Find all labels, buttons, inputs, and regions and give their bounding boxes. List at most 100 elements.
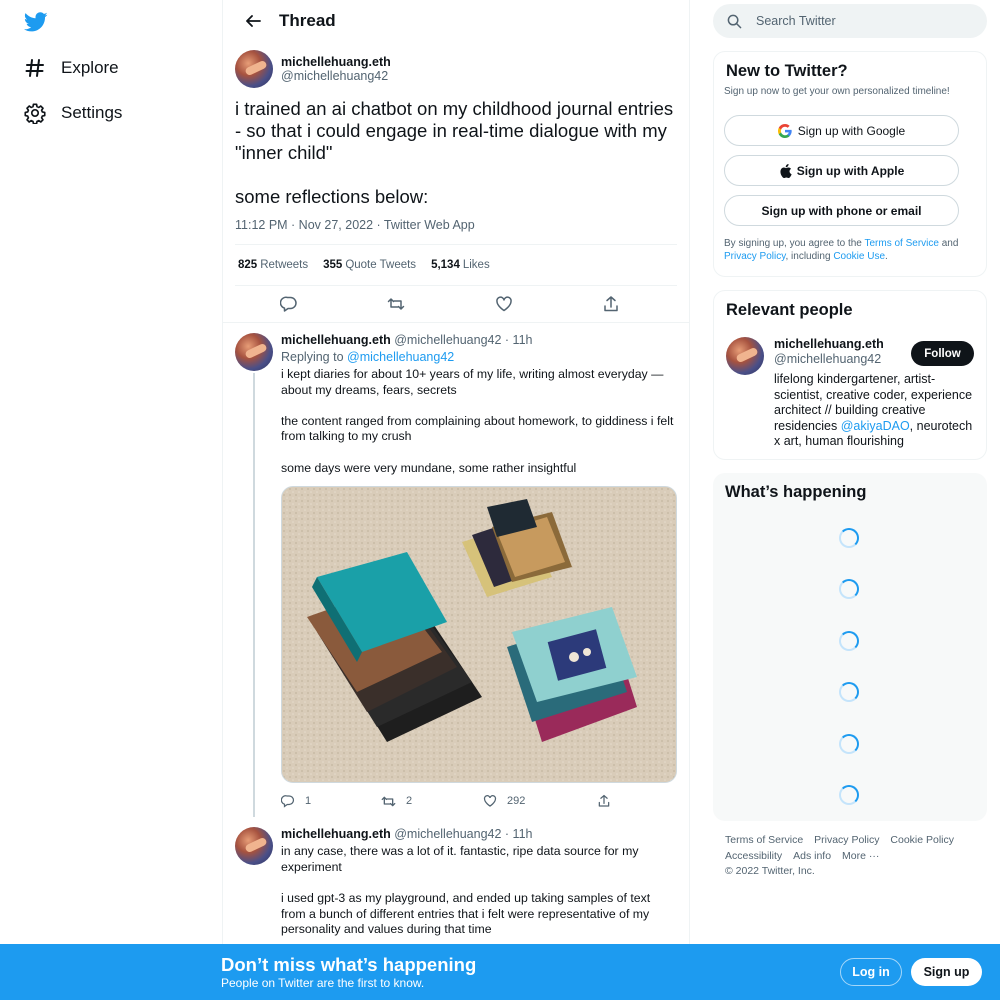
thread-line xyxy=(253,373,255,818)
like-count: 292 xyxy=(507,795,526,808)
bio-link[interactable]: @akiyaDAO xyxy=(841,419,910,433)
reply-actions: 1 2 292 xyxy=(281,791,677,811)
card-title: New to Twitter? xyxy=(726,62,848,80)
like-icon[interactable] xyxy=(495,295,513,313)
privacy-link[interactable]: Privacy Policy xyxy=(724,251,786,262)
terms-and: and xyxy=(941,238,959,249)
left-nav: Explore Settings xyxy=(0,0,222,1000)
share-action[interactable] xyxy=(597,794,611,808)
share-icon xyxy=(598,795,610,807)
card-title: What’s happening xyxy=(725,483,867,501)
likes-stat[interactable]: 5,134 Likes xyxy=(431,259,490,271)
reply-icon xyxy=(281,795,295,808)
reply-text: i kept diaries for about 10+ years of my… xyxy=(281,367,674,475)
retweets-stat[interactable]: 825 Retweets xyxy=(238,259,308,271)
replying-to: Replying to @michellehuang42 xyxy=(281,350,677,364)
retweet-count: 2 xyxy=(406,795,413,808)
reply-tweet[interactable]: michellehuang.eth @michellehuang42 · 11h… xyxy=(223,323,689,818)
gear-icon xyxy=(24,102,46,124)
retweet-icon xyxy=(381,796,396,806)
search-bar[interactable] xyxy=(713,4,987,38)
avatar[interactable] xyxy=(235,333,273,371)
signup-terms: By signing up, you agree to the Terms of… xyxy=(724,237,979,263)
login-button[interactable]: Log in xyxy=(840,958,902,986)
tweet-photo[interactable] xyxy=(281,486,677,784)
back-button[interactable] xyxy=(235,3,271,39)
whats-happening-card: What’s happening xyxy=(713,473,987,821)
footer-link[interactable]: More ··· xyxy=(842,849,879,865)
author-name[interactable]: michellehuang.eth xyxy=(281,827,391,841)
replying-prefix: Replying to xyxy=(281,350,344,364)
thread-header: Thread xyxy=(223,0,689,42)
nav-explore[interactable]: Explore xyxy=(24,57,119,79)
tweet-timestamp[interactable]: 11:12 PM · Nov 27, 2022 · Twitter Web Ap… xyxy=(235,218,677,245)
terms-prefix: By signing up, you agree to the xyxy=(724,238,862,249)
tweet-actions xyxy=(235,286,677,322)
share-icon[interactable] xyxy=(602,295,620,313)
search-input[interactable] xyxy=(756,14,956,28)
likes-count: 5,134 xyxy=(431,259,460,271)
author-handle-time[interactable]: @michellehuang42 · 11h xyxy=(394,827,532,841)
loading-spinner-icon xyxy=(839,734,859,754)
tweet-text: i trained an ai chatbot on my childhood … xyxy=(235,98,674,207)
signup-google-button[interactable]: Sign up with Google xyxy=(724,115,959,146)
loading-spinner-icon xyxy=(839,528,859,548)
retweet-icon[interactable] xyxy=(387,295,405,313)
cookie-link[interactable]: Cookie Use xyxy=(833,251,885,262)
author-handle-time[interactable]: @michellehuang42 · 11h xyxy=(394,333,532,347)
person-bio: lifelong kindergartener, artist-scientis… xyxy=(774,372,974,450)
hashtag-icon xyxy=(24,57,46,79)
nav-explore-label: Explore xyxy=(61,58,119,77)
avatar[interactable] xyxy=(235,827,273,866)
footer-link[interactable]: Accessibility xyxy=(725,849,782,865)
retweets-count: 825 xyxy=(238,259,258,271)
footer-links: Terms of Service Privacy Policy Cookie P… xyxy=(725,833,985,880)
journals-photo-image xyxy=(282,487,676,783)
terms-end: . xyxy=(885,251,888,262)
like-action[interactable]: 292 xyxy=(483,794,597,808)
replying-to-link[interactable]: @michellehuang42 xyxy=(347,350,454,364)
signup-apple-label: Sign up with Apple xyxy=(796,163,905,178)
tweet-author[interactable]: michellehuang.eth @michellehuang42 xyxy=(235,50,677,88)
author-handle[interactable]: @michellehuang42 xyxy=(281,69,391,83)
loading-spinner-icon xyxy=(839,631,859,651)
google-icon xyxy=(777,123,792,138)
signup-button[interactable]: Sign up xyxy=(911,958,982,986)
search-icon xyxy=(727,14,742,28)
relevant-people-card: Relevant people michellehuang.eth @miche… xyxy=(713,290,987,460)
footer-link[interactable]: Cookie Policy xyxy=(890,833,954,849)
avatar[interactable] xyxy=(726,337,764,375)
follow-button[interactable]: Follow xyxy=(911,341,974,366)
terms-link[interactable]: Terms of Service xyxy=(864,238,938,249)
signup-apple-button[interactable]: Sign up with Apple xyxy=(724,155,959,186)
copyright: © 2022 Twitter, Inc. xyxy=(725,865,815,877)
footer-link[interactable]: Privacy Policy xyxy=(814,833,879,849)
footer-link[interactable]: Ads info xyxy=(793,849,831,865)
terms-including: , including xyxy=(785,251,831,262)
banner-subtitle: People on Twitter are the first to know. xyxy=(221,976,425,990)
card-subtitle: Sign up now to get your own personalized… xyxy=(724,86,950,97)
main-column: Thread michellehuang.eth @michellehuang4… xyxy=(222,0,690,1000)
nav-settings[interactable]: Settings xyxy=(24,102,122,124)
footer-link[interactable]: Terms of Service xyxy=(725,833,803,849)
card-title: Relevant people xyxy=(726,301,853,319)
tweet-stats: 825 Retweets 355 Quote Tweets 5,134 Likes xyxy=(235,245,677,286)
retweet-action[interactable]: 2 xyxy=(381,794,483,809)
nav-settings-label: Settings xyxy=(61,103,123,122)
author-name[interactable]: michellehuang.eth xyxy=(281,333,391,347)
reply-text: in any case, there was a lot of it. fant… xyxy=(281,844,651,937)
avatar[interactable] xyxy=(235,50,273,88)
quotes-stat[interactable]: 355 Quote Tweets xyxy=(323,259,416,271)
reply-icon[interactable] xyxy=(279,295,298,313)
reply-header: michellehuang.eth @michellehuang42 · 11h xyxy=(281,827,677,841)
reply-tweet[interactable]: michellehuang.eth @michellehuang42 · 11h… xyxy=(223,811,689,938)
likes-label: Likes xyxy=(462,259,490,271)
author-name[interactable]: michellehuang.eth xyxy=(281,55,391,69)
reply-header: michellehuang.eth @michellehuang42 · 11h xyxy=(281,333,677,347)
apple-icon xyxy=(780,163,792,178)
quotes-count: 355 xyxy=(323,259,343,271)
signup-google-label: Sign up with Google xyxy=(797,123,906,138)
reply-action[interactable]: 1 xyxy=(281,794,381,808)
signup-phone-button[interactable]: Sign up with phone or email xyxy=(724,195,959,226)
twitter-logo-icon[interactable] xyxy=(23,10,48,34)
